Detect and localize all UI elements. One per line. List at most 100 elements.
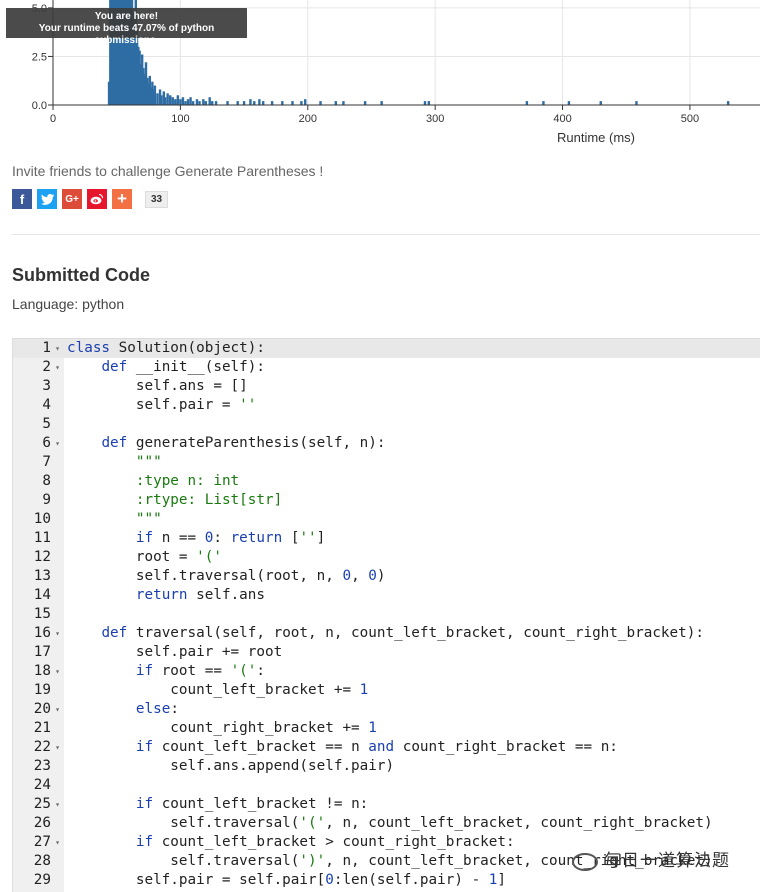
code-token: return — [230, 530, 283, 546]
code-token: if — [135, 530, 154, 546]
code-token: , n, count_left_bracket, count_right_bra… — [325, 815, 713, 831]
fold-arrow-icon[interactable]: ▾ — [53, 624, 62, 643]
code-line: 6 ▾ def generateParenthesis(self, n): — [13, 434, 760, 453]
code-editor[interactable]: 1 ▾ class Solution(object): 2 ▾ def __init__… — [12, 338, 760, 892]
google-plus-share-icon[interactable]: G+ — [62, 189, 82, 209]
line-number: 10 — [33, 511, 51, 527]
histogram-bar — [174, 99, 177, 105]
code-line: 4 self.pair = '' — [13, 396, 760, 415]
histogram-bar — [567, 101, 571, 105]
code-token: count_left_bracket > count_right_bracket… — [153, 834, 515, 850]
invite-friends-text: Invite friends to challenge Generate Par… — [12, 163, 324, 179]
fold-arrow-icon[interactable]: ▾ — [53, 358, 62, 377]
code-token: '' — [299, 530, 317, 546]
line-number: 28 — [33, 853, 51, 869]
fold-arrow-icon[interactable]: ▾ — [53, 795, 62, 814]
fold-arrow-icon[interactable]: ▾ — [53, 738, 62, 757]
submitted-code-heading: Submitted Code — [12, 265, 150, 285]
code-token: generateParenthesis(self, n): — [127, 435, 386, 451]
line-number: 18 — [33, 663, 51, 679]
code-line: 19 count_left_bracket += 1 — [13, 681, 760, 700]
twitter-share-icon[interactable] — [37, 189, 57, 209]
code-line: 17 self.pair += root — [13, 643, 760, 662]
line-number: 14 — [33, 587, 51, 603]
code-text: """ — [67, 510, 162, 529]
histogram-bar — [181, 97, 185, 105]
line-number: 22 — [33, 739, 51, 755]
code-token: 1 — [368, 720, 377, 736]
code-line: 29 self.pair = self.pair[0:len(self.pair… — [13, 871, 760, 890]
code-token: : — [213, 530, 231, 546]
histogram-bar — [189, 97, 192, 105]
code-token: if — [135, 739, 154, 755]
code-line: 25 ▾ if count_left_bracket != n: — [13, 795, 760, 814]
code-line: 8 :type n: int — [13, 472, 760, 491]
line-number: 26 — [33, 815, 51, 831]
facebook-share-icon[interactable]: f — [12, 189, 32, 209]
watermark-text: 每日一道算法题 — [604, 851, 730, 870]
more-share-icon[interactable]: + — [112, 189, 132, 209]
tooltip-you-are-here: You are here! — [94, 11, 159, 22]
fold-arrow-icon[interactable]: ▾ — [53, 662, 62, 681]
histogram-bar — [211, 101, 214, 105]
histogram-bar — [726, 101, 730, 105]
code-text: self.ans = [] — [67, 377, 248, 396]
histogram-bar — [380, 101, 383, 105]
code-line: 26 self.traversal('(', n, count_left_bra… — [13, 814, 760, 833]
code-line: 24 — [13, 776, 760, 795]
code-token: : — [170, 701, 179, 717]
line-number: 3 — [42, 378, 51, 394]
code-line: 15 — [13, 605, 760, 624]
fold-arrow-icon[interactable]: ▾ — [53, 339, 62, 358]
code-line: 1 ▾ class Solution(object): — [13, 339, 760, 358]
code-token: def — [101, 625, 128, 641]
line-number: 1 — [42, 340, 51, 356]
x-tick-label: 500 — [681, 113, 699, 125]
code-token: root == — [153, 663, 231, 679]
code-token: '(' — [196, 549, 222, 565]
line-number: 8 — [42, 473, 51, 489]
fold-arrow-icon[interactable]: ▾ — [53, 833, 62, 852]
code-token: : — [256, 663, 265, 679]
code-line: 11 if n == 0: return [''] — [13, 529, 760, 548]
line-number: 24 — [33, 777, 51, 793]
weibo-share-icon[interactable] — [87, 189, 107, 209]
code-token: and — [368, 739, 395, 755]
code-text: count_left_bracket += 1 — [67, 681, 368, 700]
code-text: class Solution(object): — [67, 339, 265, 358]
code-token: """ — [135, 454, 162, 470]
histogram-bar — [191, 101, 195, 105]
code-token: :type n: int — [135, 473, 240, 489]
code-token: def — [101, 359, 128, 375]
twitter-bird-icon — [40, 193, 54, 205]
histogram-bar — [204, 101, 208, 105]
code-token: 1 — [359, 682, 369, 698]
code-text: self.ans.append(self.pair) — [67, 757, 394, 776]
histogram-bar — [226, 101, 229, 105]
line-number: 25 — [33, 796, 51, 812]
histogram-bar — [160, 95, 163, 105]
histogram-bar — [176, 95, 180, 105]
code-token: :rtype: List[str] — [135, 492, 283, 508]
histogram-bar — [242, 101, 246, 105]
histogram-bar — [168, 95, 172, 105]
histogram-bar — [363, 101, 367, 105]
fold-arrow-icon[interactable]: ▾ — [53, 434, 62, 453]
code-token: '' — [239, 397, 257, 413]
code-token: if — [135, 834, 154, 850]
weibo-eye-icon — [90, 193, 104, 205]
histogram-bar — [163, 97, 167, 105]
code-token: class — [67, 340, 111, 356]
code-token: self.traversal(root, n, — [67, 568, 343, 584]
fold-arrow-icon[interactable]: ▾ — [53, 700, 62, 719]
code-token: ) — [376, 568, 386, 584]
line-number: 2 — [42, 359, 51, 375]
code-text: self.pair = self.pair[0:len(self.pair) -… — [67, 871, 506, 890]
code-token: self.ans — [187, 587, 265, 603]
